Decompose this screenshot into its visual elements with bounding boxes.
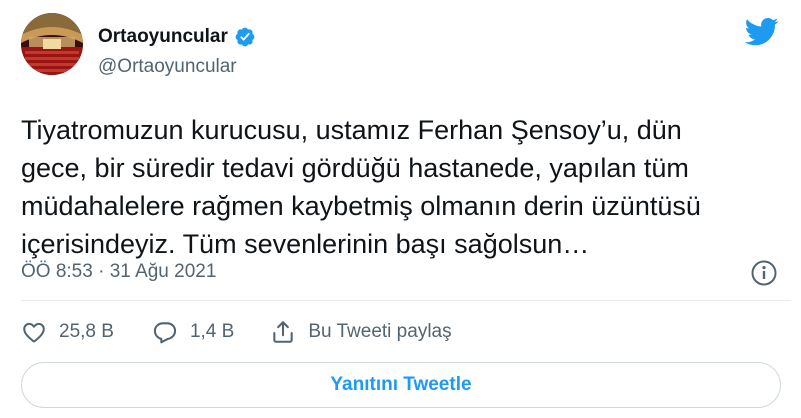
account-name[interactable]: Ortaoyuncular xyxy=(98,26,228,48)
account-name-row[interactable]: Ortaoyuncular xyxy=(98,26,256,48)
tweet-text-line: müdahalelere rağmen kaybetmiş olmanın de… xyxy=(21,191,701,221)
avatar[interactable] xyxy=(21,13,83,75)
share-button[interactable]: Bu Tweeti paylaş xyxy=(270,319,452,345)
info-icon[interactable] xyxy=(750,259,778,287)
tweet-actions: 25,8 B 1,4 B Bu Tweeti paylaş xyxy=(21,315,452,349)
tweet-text-line: Tiyatromuzun kurucusu, ustamız Ferhan Şe… xyxy=(21,115,682,145)
share-label: Bu Tweeti paylaş xyxy=(308,321,452,342)
tweet-text-line: gece, bir süredir tedavi gördüğü hastane… xyxy=(21,153,689,183)
verified-badge-icon xyxy=(235,27,255,47)
like-button[interactable]: 25,8 B xyxy=(21,319,114,345)
tweet-timestamp[interactable]: ÖÖ 8:53 · 31 Ağu 2021 xyxy=(21,261,216,283)
reply-count: 1,4 B xyxy=(189,321,235,342)
reply-bubble-icon xyxy=(153,322,177,344)
divider xyxy=(21,300,791,301)
reply-tweet-button[interactable]: Yanıtını Tweetle xyxy=(21,362,781,408)
twitter-bird-icon[interactable] xyxy=(745,18,779,46)
tweet-text: Tiyatromuzun kurucusu, ustamız Ferhan Şe… xyxy=(21,111,791,263)
like-count: 25,8 B xyxy=(59,321,114,342)
share-icon xyxy=(273,321,294,343)
tweet-text-line: içerisindeyiz. Tüm sevenlerinin başı sağ… xyxy=(21,229,590,259)
heart-icon xyxy=(23,322,45,343)
reply-button[interactable]: 1,4 B xyxy=(152,319,234,345)
tweet-card: Ortaoyuncular @Ortaoyuncular Tiyatromuzu… xyxy=(0,0,801,418)
account-handle[interactable]: @Ortaoyuncular xyxy=(98,56,237,78)
